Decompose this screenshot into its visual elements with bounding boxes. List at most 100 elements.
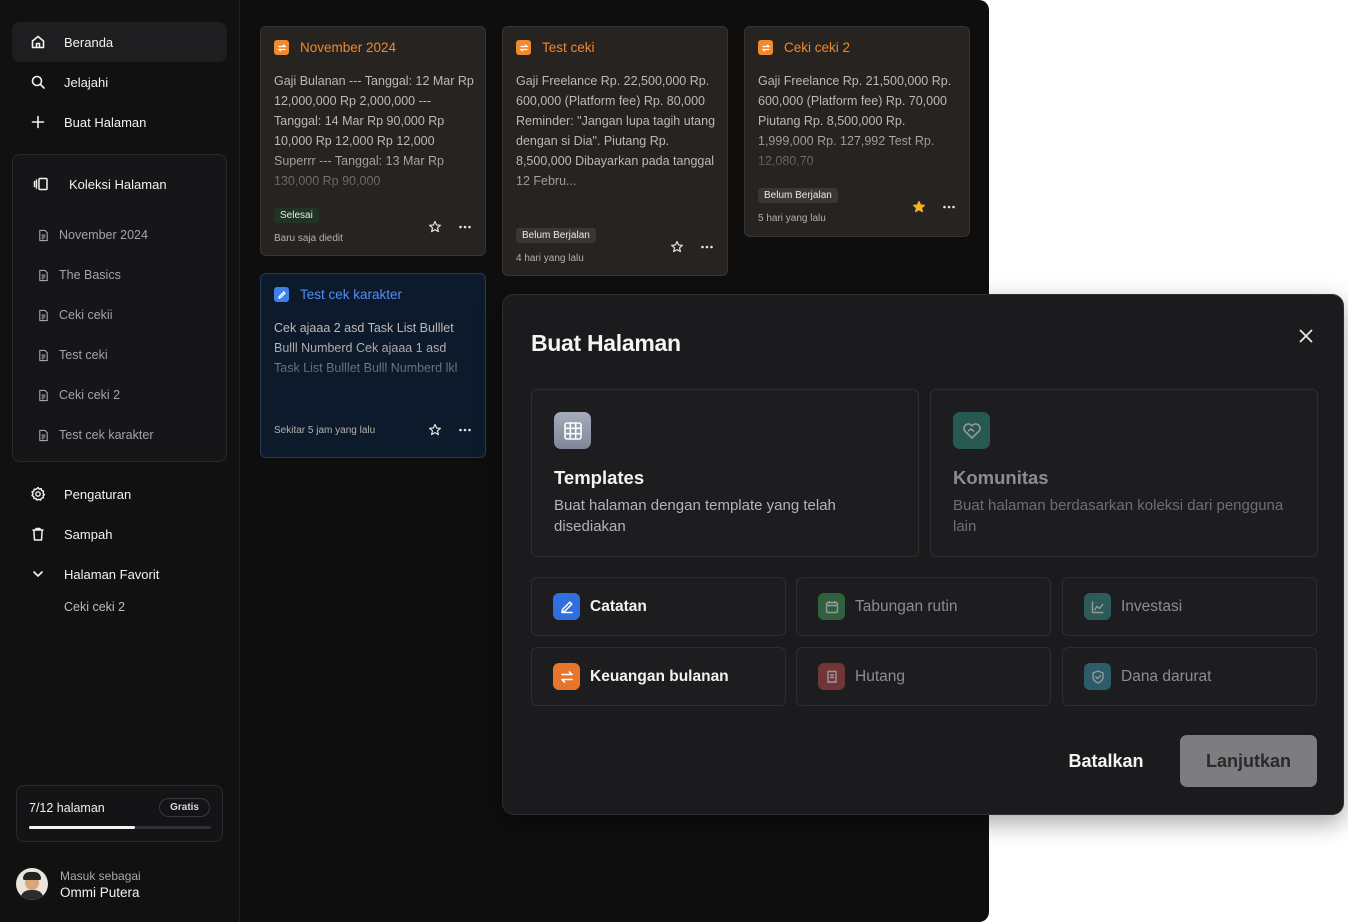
collection-header[interactable]: Koleksi Halaman — [13, 165, 226, 203]
more-options-icon[interactable] — [457, 422, 473, 438]
template-hutang[interactable]: Hutang — [796, 647, 1051, 706]
template-label: Tabungan rutin — [855, 597, 958, 615]
template-label: Hutang — [855, 667, 905, 685]
nav-create-label: Buat Halaman — [64, 114, 147, 130]
nav-home-label: Beranda — [64, 34, 114, 50]
close-icon[interactable] — [1297, 327, 1315, 345]
shield-icon — [1084, 663, 1111, 690]
search-icon — [12, 74, 64, 90]
card-title: Test ceki — [516, 40, 595, 55]
quota-bar-fill — [29, 826, 136, 829]
card-title-text: Test ceki — [542, 40, 595, 55]
nav-home[interactable]: Beranda — [12, 22, 227, 62]
status-badge: Belum Berjalan — [516, 228, 596, 243]
option-description: Buat halaman berdasarkan koleksi dari pe… — [953, 497, 1284, 535]
nav-explore[interactable]: Jelajahi — [12, 62, 227, 102]
document-icon — [39, 349, 48, 361]
handshake-heart-icon — [953, 412, 990, 449]
gear-icon — [12, 486, 64, 502]
template-catatan[interactable]: Catatan — [531, 577, 786, 636]
nav-settings[interactable]: Pengaturan — [12, 474, 227, 514]
chevron-down-icon — [12, 566, 64, 582]
collection-item[interactable]: Ceki ceki 2 — [37, 385, 120, 405]
nav-create-page[interactable]: Buat Halaman — [12, 102, 227, 142]
quota-bar — [29, 826, 211, 829]
more-options-icon[interactable] — [699, 239, 715, 255]
star-filled-icon[interactable] — [911, 199, 927, 215]
template-label: Catatan — [590, 597, 647, 615]
template-keuangan[interactable]: Keuangan bulanan — [531, 647, 786, 706]
collection-item-label: Test ceki — [59, 348, 108, 362]
collection-item[interactable]: Ceki cekii — [37, 305, 113, 325]
collection-item[interactable]: Test cek karakter — [37, 425, 153, 445]
status-badge: Belum Berjalan — [758, 188, 838, 203]
more-options-icon[interactable] — [941, 199, 957, 215]
create-page-dialog: Buat Halaman Templates Buat halaman deng… — [502, 294, 1344, 815]
card-title-text: Ceki ceki 2 — [784, 40, 851, 55]
receipt-icon — [818, 663, 845, 690]
nav-explore-label: Jelajahi — [64, 74, 109, 90]
collection-item-label: Ceki cekii — [59, 308, 113, 322]
card-timestamp: Baru saja diedit — [274, 233, 343, 244]
swap-icon — [553, 663, 580, 690]
template-label: Keuangan bulanan — [590, 667, 729, 685]
sidebar: Beranda Jelajahi Buat Halaman Koleksi Ha… — [0, 0, 240, 922]
status-badge: Selesai — [274, 208, 319, 223]
pen-icon — [553, 593, 580, 620]
document-icon — [39, 389, 48, 401]
collection-item-label: November 2024 — [59, 228, 148, 242]
collection-item-label: The Basics — [59, 268, 121, 282]
template-dana-darurat[interactable]: Dana darurat — [1062, 647, 1317, 706]
star-icon[interactable] — [427, 219, 443, 235]
chart-icon — [1084, 593, 1111, 620]
option-description: Buat halaman dengan template yang telah … — [554, 497, 836, 535]
star-icon[interactable] — [669, 239, 685, 255]
trash-icon — [12, 526, 64, 542]
card-title-text: Test cek karakter — [300, 287, 403, 302]
calendar-icon — [818, 593, 845, 620]
nav-trash-label: Sampah — [64, 526, 113, 542]
card-title: Test cek karakter — [274, 287, 402, 302]
user-account[interactable]: Masuk sebagai Ommi Putera — [16, 864, 141, 904]
nav-settings-label: Pengaturan — [64, 486, 132, 502]
page-quota: 7/12 halaman Gratis — [16, 785, 223, 842]
favorites-toggle[interactable]: Halaman Favorit — [12, 554, 227, 594]
page-collection: Koleksi Halaman November 2024 The Basics… — [12, 154, 227, 462]
favorite-item[interactable]: Ceki ceki 2 — [64, 600, 125, 614]
collection-item-label: Test cek karakter — [59, 428, 154, 442]
template-tabungan[interactable]: Tabungan rutin — [796, 577, 1051, 636]
option-templates[interactable]: Templates Buat halaman dengan template y… — [531, 389, 919, 557]
signed-in-as-label: Masuk sebagai — [60, 868, 141, 883]
pen-icon — [274, 287, 289, 302]
collection-item[interactable]: November 2024 — [37, 225, 148, 245]
document-icon — [39, 229, 48, 241]
document-icon — [39, 309, 48, 321]
plan-badge: Gratis — [159, 798, 210, 817]
page-card[interactable]: Test cek karakter Cek ajaaa 2 asd Task L… — [260, 273, 486, 458]
cancel-button[interactable]: Batalkan — [1051, 735, 1161, 787]
page-card[interactable]: Test ceki Gaji Freelance Rp. 22,500,000 … — [502, 26, 728, 276]
option-community[interactable]: Komunitas Buat halaman berdasarkan kolek… — [930, 389, 1318, 557]
page-card[interactable]: November 2024 Gaji Bulanan --- Tanggal: … — [260, 26, 486, 256]
avatar — [16, 868, 48, 900]
more-options-icon[interactable] — [457, 219, 473, 235]
home-icon — [12, 34, 64, 50]
favorites-title: Halaman Favorit — [64, 566, 160, 582]
page-card[interactable]: Ceki ceki 2 Gaji Freelance Rp. 21,500,00… — [744, 26, 970, 237]
document-icon — [39, 269, 48, 281]
grid-icon — [554, 412, 591, 449]
collection-item[interactable]: Test ceki — [37, 345, 108, 365]
card-title: Ceki ceki 2 — [758, 40, 850, 55]
continue-button[interactable]: Lanjutkan — [1180, 735, 1317, 787]
nav-trash[interactable]: Sampah — [12, 514, 227, 554]
option-title: Templates — [554, 467, 645, 488]
star-icon[interactable] — [427, 422, 443, 438]
template-investasi[interactable]: Investasi — [1062, 577, 1317, 636]
swap-icon — [274, 40, 289, 55]
quota-label: 7/12 halaman — [29, 801, 105, 815]
card-timestamp: 5 hari yang lalu — [758, 213, 826, 224]
collection-item[interactable]: The Basics — [37, 265, 121, 285]
collection-item-label: Ceki ceki 2 — [59, 388, 121, 402]
swap-icon — [516, 40, 531, 55]
collection-icon — [13, 176, 69, 192]
